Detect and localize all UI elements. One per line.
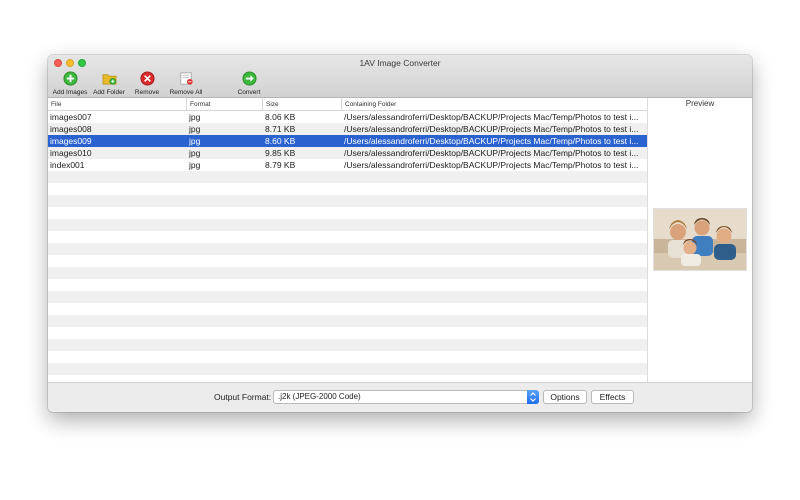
preview-image [653, 208, 747, 271]
column-header-size[interactable]: Size [263, 98, 342, 111]
column-header-file[interactable]: File [48, 98, 187, 111]
containing-folder-cell: /Users/alessandroferri/Desktop/BACKUP/Pr… [344, 124, 639, 134]
select-arrows-icon[interactable] [527, 390, 539, 404]
effects-button[interactable]: Effects [591, 390, 634, 404]
size-cell: 9.85 KB [265, 148, 296, 158]
table-row[interactable]: images010 jpg 9.85 KB/Users/alessandroferr… [48, 147, 647, 159]
empty-table-row [48, 171, 647, 183]
empty-table-row [48, 219, 647, 231]
containing-folder-cell: /Users/alessandroferri/Desktop/BACKUP/Pr… [344, 136, 639, 146]
add-folder-label: Add Folder [93, 89, 125, 96]
output-format-select[interactable]: .j2k (JPEG-2000 Code) [273, 390, 539, 404]
convert-label: Convert [237, 89, 261, 96]
output-format-label: Output Format: [214, 392, 272, 402]
folder-add-icon [102, 74, 116, 85]
empty-table-row [48, 243, 647, 255]
window-title: 1AV Image Converter [359, 58, 441, 68]
empty-table-row [48, 339, 647, 351]
remove-label: Remove [134, 89, 160, 96]
format-cell: jpg [189, 124, 201, 134]
file-table[interactable]: File Format Size Containing Folder image… [48, 98, 647, 382]
containing-folder-cell: /Users/alessandroferri/Desktop/BACKUP/Pr… [344, 160, 639, 170]
size-cell: 8.79 KB [265, 160, 296, 170]
empty-table-row [48, 279, 647, 291]
containing-folder-cell: /Users/alessandroferri/Desktop/BACKUP/Pr… [344, 148, 639, 158]
empty-table-row [48, 363, 647, 375]
column-header-containing-folder[interactable]: Containing Folder [342, 98, 647, 111]
format-cell: jpg [189, 112, 201, 122]
preview-pane: Preview [647, 98, 752, 382]
output-bar: Output Format: .j2k (JPEG-2000 Code) Opt… [48, 382, 752, 412]
empty-table-row [48, 303, 647, 315]
remove-button[interactable]: Remove [134, 71, 160, 96]
table-row[interactable]: images007 jpg 8.06 KB/Users/alessandroferr… [48, 111, 647, 123]
empty-table-row [48, 351, 647, 363]
empty-table-row [48, 207, 647, 219]
file-name-cell: images010 [50, 148, 92, 158]
file-name-cell: index001 [50, 160, 85, 170]
chevron-updown-icon [530, 392, 536, 402]
table-body: images007 jpg 8.06 KB/Users/alessandroferr… [48, 111, 647, 382]
table-row[interactable]: index001 jpg 8.79 KB/Users/alessandroferri… [48, 159, 647, 171]
options-button[interactable]: Options [543, 390, 587, 404]
add-folder-button[interactable]: Add Folder [91, 71, 127, 96]
convert-arrow-icon [241, 71, 257, 86]
document-remove-icon [180, 72, 193, 85]
add-plus-icon [62, 71, 78, 86]
empty-table-row [48, 195, 647, 207]
table-row[interactable]: images008 jpg 8.71 KB/Users/alessandroferr… [48, 123, 647, 135]
remove-x-icon [139, 71, 155, 86]
add-images-label: Add Images [52, 89, 88, 96]
file-name-cell: images007 [50, 112, 92, 122]
file-name-cell: images009 [50, 136, 92, 146]
file-name-cell: images008 [50, 124, 92, 134]
app-window: 1AV Image Converter Add Images Add Folde… [48, 55, 752, 412]
format-cell: jpg [189, 160, 201, 170]
titlebar: 1AV Image Converter Add Images Add Folde… [48, 55, 752, 98]
add-images-button[interactable]: Add Images [51, 71, 89, 96]
convert-button[interactable]: Convert [233, 71, 265, 96]
family-photo-image [654, 209, 746, 270]
output-format-value: .j2k (JPEG-2000 Code) [278, 392, 361, 401]
format-cell: jpg [189, 148, 201, 158]
remove-all-label: Remove All [169, 89, 203, 96]
empty-table-row [48, 267, 647, 279]
size-cell: 8.06 KB [265, 112, 296, 122]
table-row[interactable]: images009 jpg 8.60 KB/Users/alessandroferr… [48, 135, 647, 147]
empty-table-row [48, 315, 647, 327]
empty-table-row [48, 327, 647, 339]
empty-table-row [48, 291, 647, 303]
empty-table-row [48, 231, 647, 243]
column-header-format[interactable]: Format [187, 98, 263, 111]
empty-table-row [48, 375, 647, 382]
remove-all-button[interactable]: Remove All [167, 71, 205, 96]
size-cell: 8.71 KB [265, 124, 296, 134]
empty-table-row [48, 183, 647, 195]
containing-folder-cell: /Users/alessandroferri/Desktop/BACKUP/Pr… [344, 112, 639, 122]
preview-title: Preview [685, 99, 715, 108]
format-cell: jpg [189, 136, 201, 146]
size-cell: 8.60 KB [265, 136, 296, 146]
empty-table-row [48, 255, 647, 267]
table-header: File Format Size Containing Folder [48, 98, 647, 111]
